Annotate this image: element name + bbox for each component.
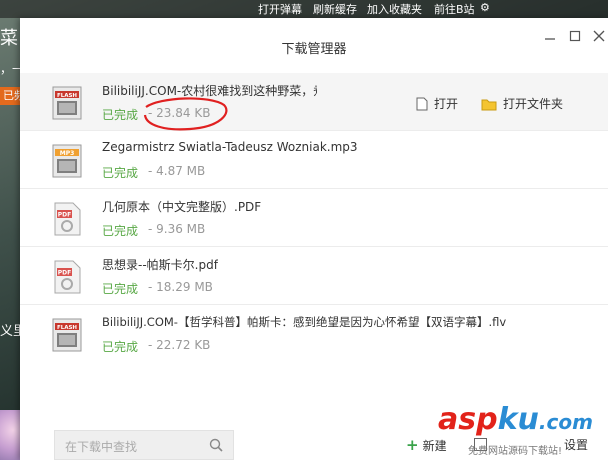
status-badge: 已完成: [102, 340, 139, 354]
flash-file-icon: FLASH: [52, 318, 82, 352]
open-danmaku-link[interactable]: 打开弹幕: [258, 1, 302, 17]
minimize-icon[interactable]: [543, 30, 557, 44]
file-name: 思想录--帕斯卡尔.pdf: [102, 258, 218, 272]
watermark-subtitle: 免费网站源码下载站!: [468, 446, 563, 457]
refresh-cache-link[interactable]: 刷新缓存: [313, 1, 357, 17]
pdf-file-icon: PDF: [54, 202, 81, 236]
file-name: Zegarmistrz Swiatla-Tadeusz Wozniak.mp3: [102, 140, 358, 154]
svg-text:MP3: MP3: [60, 150, 75, 157]
mp3-file-icon: MP3: [52, 144, 82, 178]
file-name: 几何原本（中文完整版）.PDF: [102, 200, 262, 214]
download-row[interactable]: PDF 思想录--帕斯卡尔.pdf 已完成 - 18.29 MB: [20, 247, 608, 304]
open-folder-button[interactable]: 打开文件夹: [481, 95, 563, 112]
video-topbar: 打开弹幕 刷新缓存 加入收藏夹 前往B站 ⚙: [0, 0, 608, 18]
file-name: BilibiliJJ.COM-【哲学科普】帕斯卡：感到绝望是因为心怀希望【双语字…: [102, 315, 507, 329]
add-favorite-link[interactable]: 加入收藏夹: [367, 1, 422, 17]
file-size: - 22.72 KB: [148, 338, 211, 352]
flash-file-icon: FLASH: [52, 86, 82, 120]
status-badge: 已完成: [102, 108, 139, 122]
download-manager-dialog: 下载管理器 FLASH BilibiliJJ.COM-农村很难找到这种野菜，煮汤…: [20, 18, 608, 460]
download-row[interactable]: PDF 几何原本（中文完整版）.PDF 已完成 - 9.36 MB: [20, 189, 608, 246]
svg-text:PDF: PDF: [58, 212, 71, 219]
red-circle-annotation: [143, 97, 228, 131]
search-icon[interactable]: [209, 438, 223, 452]
pdf-file-icon: PDF: [54, 260, 81, 294]
watermark-logo: aspku.com: [438, 402, 593, 437]
maximize-icon[interactable]: [568, 30, 582, 44]
file-size: - 18.29 MB: [148, 280, 213, 294]
bg-side-text: 菜: [0, 28, 18, 49]
file-size: - 4.87 MB: [148, 164, 206, 178]
download-row[interactable]: FLASH BilibiliJJ.COM-【哲学科普】帕斯卡：感到绝望是因为心怀…: [20, 305, 608, 362]
close-icon[interactable]: [592, 30, 606, 44]
svg-text:FLASH: FLASH: [57, 93, 77, 99]
dialog-title: 下载管理器: [281, 42, 347, 57]
folder-icon: [481, 99, 497, 111]
settings-gear-icon[interactable]: ⚙: [480, 1, 490, 14]
plus-icon: +: [406, 436, 419, 454]
search-input[interactable]: 在下载中查找: [54, 430, 234, 460]
svg-text:PDF: PDF: [58, 270, 71, 277]
status-badge: 已完成: [102, 224, 139, 238]
file-size: - 9.36 MB: [148, 222, 206, 236]
svg-text:FLASH: FLASH: [57, 325, 77, 331]
search-placeholder: 在下载中查找: [65, 440, 138, 454]
goto-bilibili-link[interactable]: 前往B站: [434, 1, 475, 17]
open-button[interactable]: 打开: [416, 95, 458, 112]
file-icon: [416, 97, 428, 111]
download-row[interactable]: FLASH BilibiliJJ.COM-农村很难找到这种野菜，煮汤非常清甜..…: [20, 73, 608, 130]
status-badge: 已完成: [102, 282, 139, 296]
bg-thumbnail: [0, 410, 22, 460]
watermark: aspku.com 免费网站源码下载站!: [438, 402, 608, 460]
download-row[interactable]: MP3 Zegarmistrz Swiatla-Tadeusz Wozniak.…: [20, 131, 608, 188]
status-badge: 已完成: [102, 166, 139, 180]
